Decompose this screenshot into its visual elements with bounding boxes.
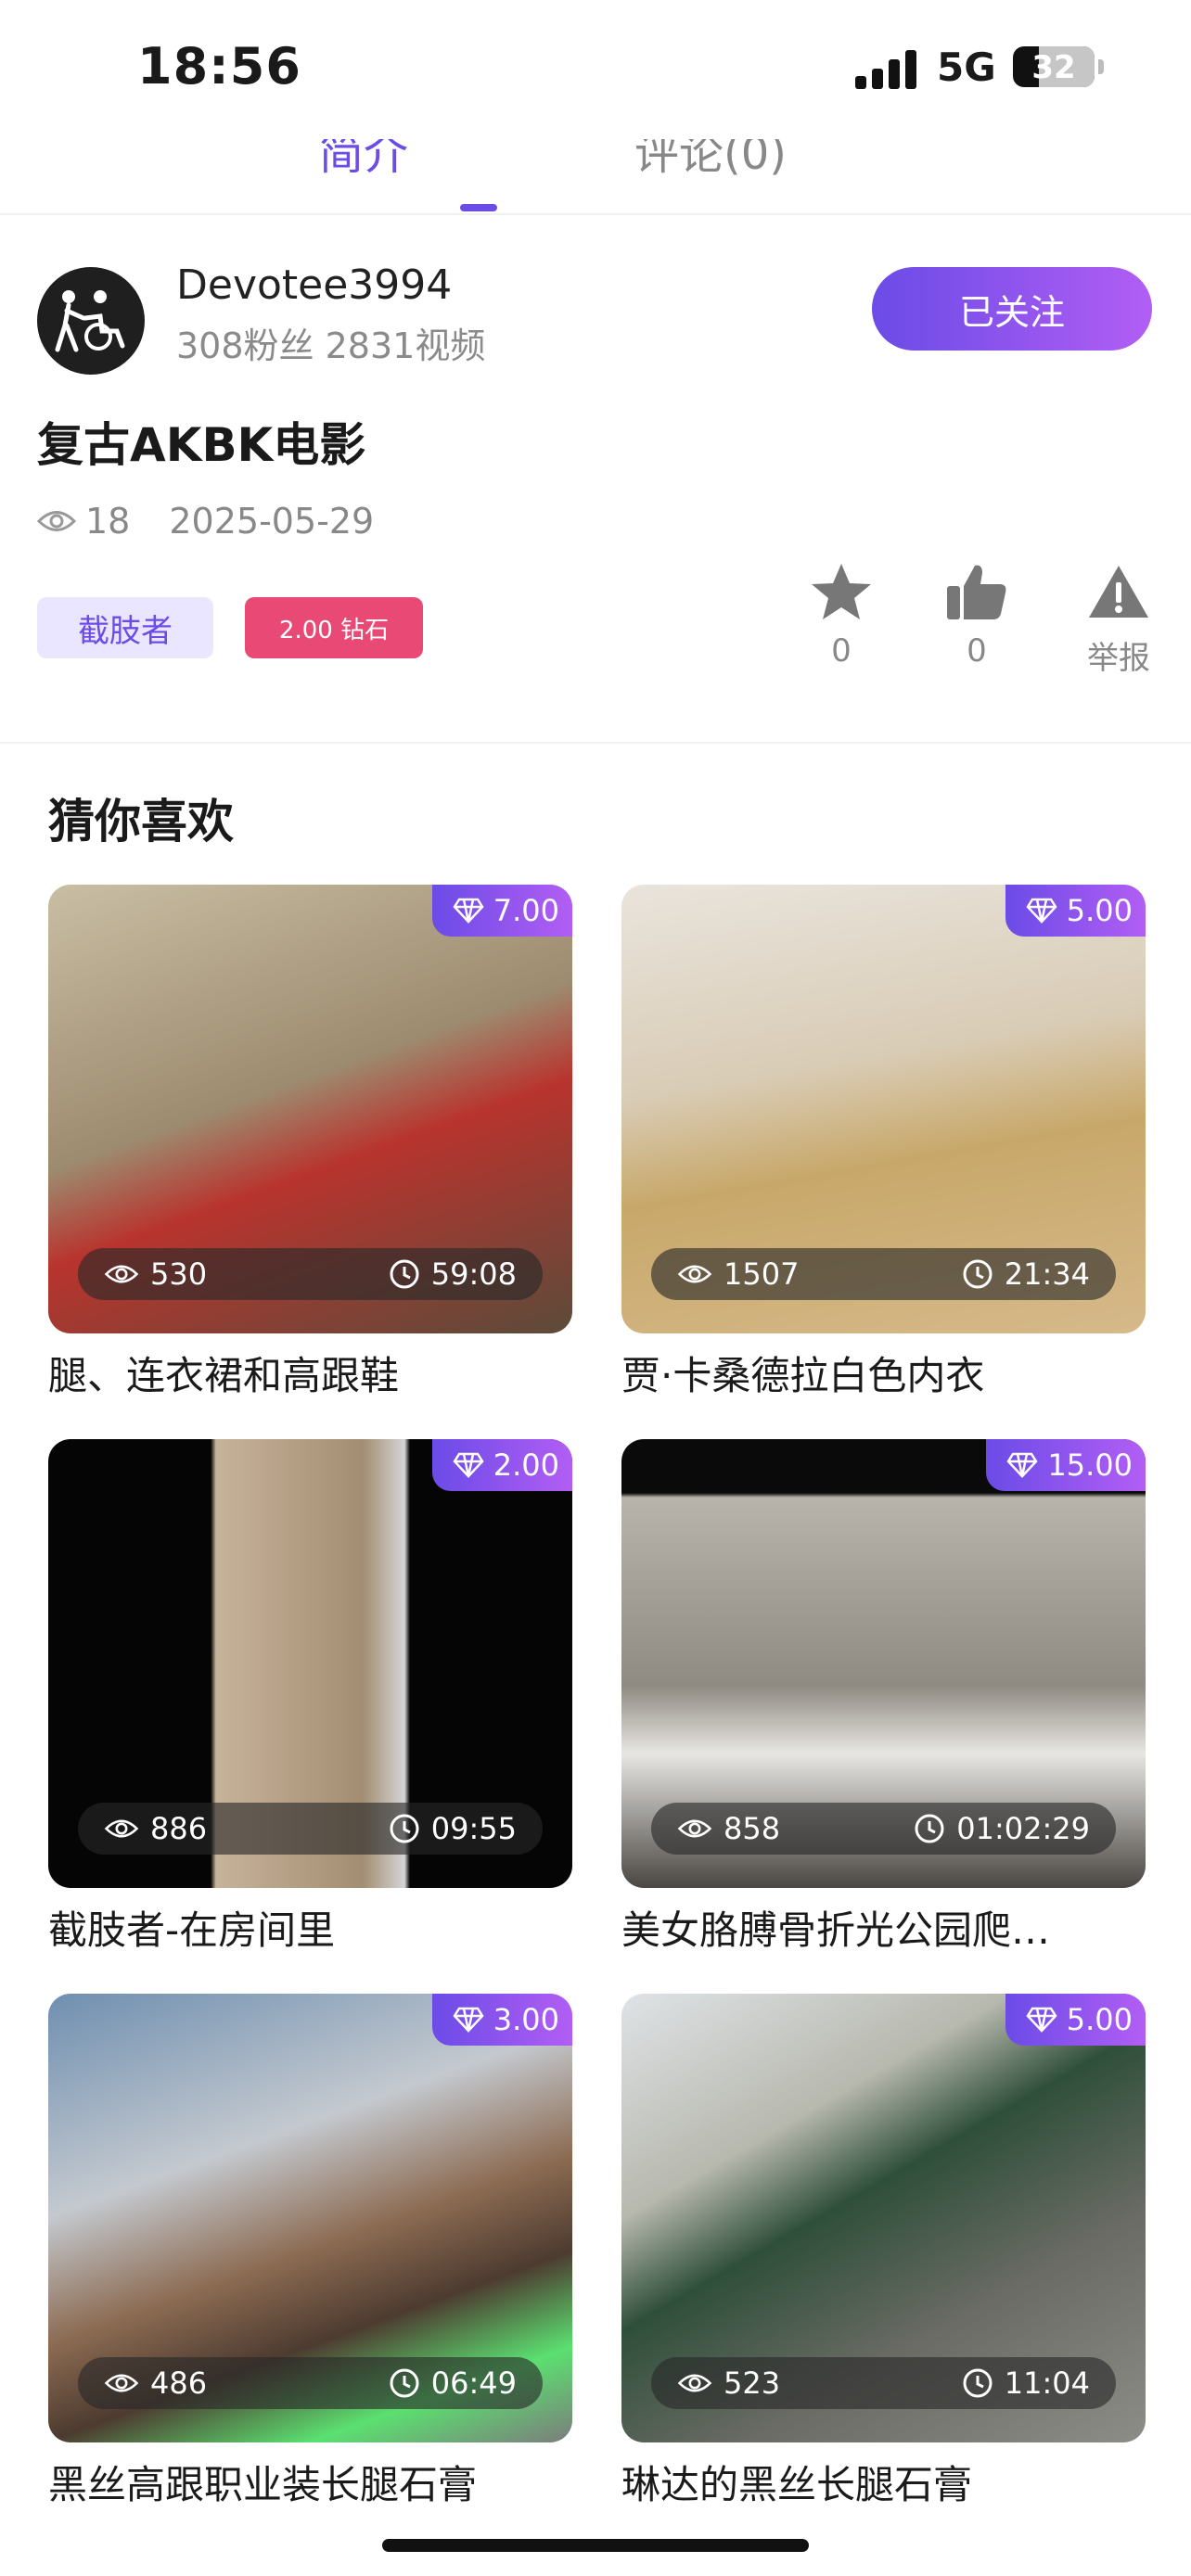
duration: 09:55 [430, 1811, 517, 1846]
price-badge: 2.00 [431, 1439, 572, 1491]
video-thumbnail[interactable]: 3.00 486 06:49 [48, 1994, 572, 2442]
duration: 59:08 [430, 1256, 517, 1292]
video-thumbnail[interactable]: 5.00 1507 21:34 [621, 885, 1146, 1333]
wheelchair-assist-icon [55, 290, 125, 352]
warning-icon [1089, 566, 1148, 618]
battery-tip [1098, 59, 1104, 74]
duration: 21:34 [1004, 1256, 1090, 1292]
thumbs-up-icon [947, 565, 1006, 619]
diamond-icon [453, 898, 484, 924]
signal-icon [855, 48, 920, 89]
view-count: 1507 [724, 1256, 800, 1292]
publish-date: 2025-05-29 [169, 501, 375, 542]
price-tag: 2.00 钻石 [245, 597, 423, 658]
video-stats-bar: 858 01:02:29 [651, 1803, 1116, 1855]
category-tag[interactable]: 截肢者 [37, 597, 213, 658]
video-card-title[interactable]: 腿、连衣裙和高跟鞋 [48, 1345, 572, 1401]
eye-icon [677, 2374, 712, 2392]
view-count: 530 [150, 1256, 208, 1292]
author-name[interactable]: Devotee3994 [176, 261, 452, 309]
video-stats-bar: 486 06:49 [78, 2357, 543, 2409]
video-card[interactable]: 7.00 530 59:08 腿、连衣裙和高跟鞋 [48, 885, 572, 1401]
diamond-icon [453, 1452, 484, 1478]
video-card[interactable]: 5.00 1507 21:34 贾·卡桑德拉白色内衣 [621, 885, 1146, 1401]
video-meta: 18 2025-05-29 [37, 501, 374, 542]
duration: 11:04 [1004, 2366, 1090, 2401]
battery-icon: 32 [1013, 46, 1095, 87]
price-value: 3.00 [493, 2002, 559, 2037]
video-card-title[interactable]: 黑丝高跟职业装长腿石膏 [48, 2454, 572, 2510]
video-thumbnail[interactable]: 2.00 886 09:55 [48, 1439, 572, 1888]
report-button[interactable]: 举报 [1063, 562, 1174, 678]
price-badge: 15.00 [986, 1439, 1146, 1491]
video-card[interactable]: 5.00 523 11:04 琳达的黑丝长腿石膏 [621, 1994, 1146, 2510]
status-bar: 18:56 5G 32 [0, 0, 1191, 139]
video-thumbnail[interactable]: 5.00 523 11:04 [621, 1994, 1146, 2442]
video-card[interactable]: 2.00 886 09:55 截肢者-在房间里 [48, 1439, 572, 1956]
like-count: 0 [967, 632, 987, 670]
recommend-title: 猜你喜欢 [48, 795, 234, 848]
like-button[interactable]: 0 [921, 562, 1032, 670]
view-count: 523 [724, 2366, 781, 2401]
video-stats-bar: 523 11:04 [651, 2357, 1116, 2409]
clock-icon [390, 1814, 419, 1843]
author-stats: 308粉丝 2831视频 [176, 325, 486, 366]
video-thumbnail[interactable]: 7.00 530 59:08 [48, 885, 572, 1333]
video-card-title[interactable]: 截肢者-在房间里 [48, 1899, 572, 1956]
video-card[interactable]: 3.00 486 06:49 黑丝高跟职业装长腿石膏 [48, 1994, 572, 2510]
view-count: 486 [150, 2366, 208, 2401]
price-badge: 7.00 [431, 885, 572, 937]
view-count: 858 [724, 1811, 781, 1846]
duration: 01:02:29 [956, 1811, 1090, 1846]
diamond-icon [1026, 898, 1057, 924]
price-value: 5.00 [1066, 893, 1133, 928]
view-count: 18 [85, 501, 131, 542]
battery-level: 32 [1031, 49, 1076, 86]
section-divider [0, 742, 1191, 744]
eye-icon [37, 511, 76, 531]
diamond-icon [1006, 1452, 1038, 1478]
clock-icon [963, 1259, 992, 1289]
video-card-title[interactable]: 贾·卡桑德拉白色内衣 [621, 1345, 1146, 1401]
video-stats-bar: 1507 21:34 [651, 1248, 1116, 1300]
video-thumbnail[interactable]: 15.00 858 01:02:29 [621, 1439, 1146, 1888]
clock-icon [915, 1814, 944, 1843]
clock-icon [963, 2368, 992, 2398]
star-icon [812, 564, 871, 619]
duration: 06:49 [430, 2366, 517, 2401]
diamond-icon [453, 2007, 484, 2033]
price-value: 5.00 [1066, 2002, 1133, 2037]
video-stats-bar: 886 09:55 [78, 1803, 543, 1855]
video-card-title[interactable]: 琳达的黑丝长腿石膏 [621, 2454, 1146, 2510]
price-badge: 5.00 [1005, 1994, 1146, 2046]
price-value: 2.00 [493, 1447, 559, 1483]
clock-icon [390, 1259, 419, 1289]
eye-icon [104, 2374, 139, 2392]
video-title: 复古AKBK电影 [37, 418, 366, 472]
view-count: 886 [150, 1811, 208, 1846]
follow-button[interactable]: 已关注 [872, 267, 1152, 351]
video-card-title[interactable]: 美女胳膊骨折光公园爬… [621, 1899, 1146, 1956]
avatar[interactable] [37, 267, 145, 375]
home-indicator[interactable] [382, 2539, 809, 2552]
clock-icon [390, 2368, 419, 2398]
eye-icon [104, 1265, 139, 1283]
clock: 18:56 [137, 37, 301, 96]
eye-icon [677, 1819, 712, 1838]
eye-icon [104, 1819, 139, 1838]
eye-icon [677, 1265, 712, 1283]
price-value: 15.00 [1047, 1447, 1133, 1483]
active-tab-indicator [460, 204, 497, 211]
diamond-icon [1026, 2007, 1057, 2033]
price-value: 7.00 [493, 893, 559, 928]
price-badge: 3.00 [431, 1994, 572, 2046]
price-badge: 5.00 [1005, 885, 1146, 937]
report-label: 举报 [1087, 640, 1150, 677]
favorite-count: 0 [831, 632, 852, 670]
video-card[interactable]: 15.00 858 01:02:29 美女胳膊骨折光公园爬… [621, 1439, 1146, 1956]
video-stats-bar: 530 59:08 [78, 1248, 543, 1300]
network-type: 5G [937, 45, 996, 90]
favorite-button[interactable]: 0 [786, 562, 897, 670]
